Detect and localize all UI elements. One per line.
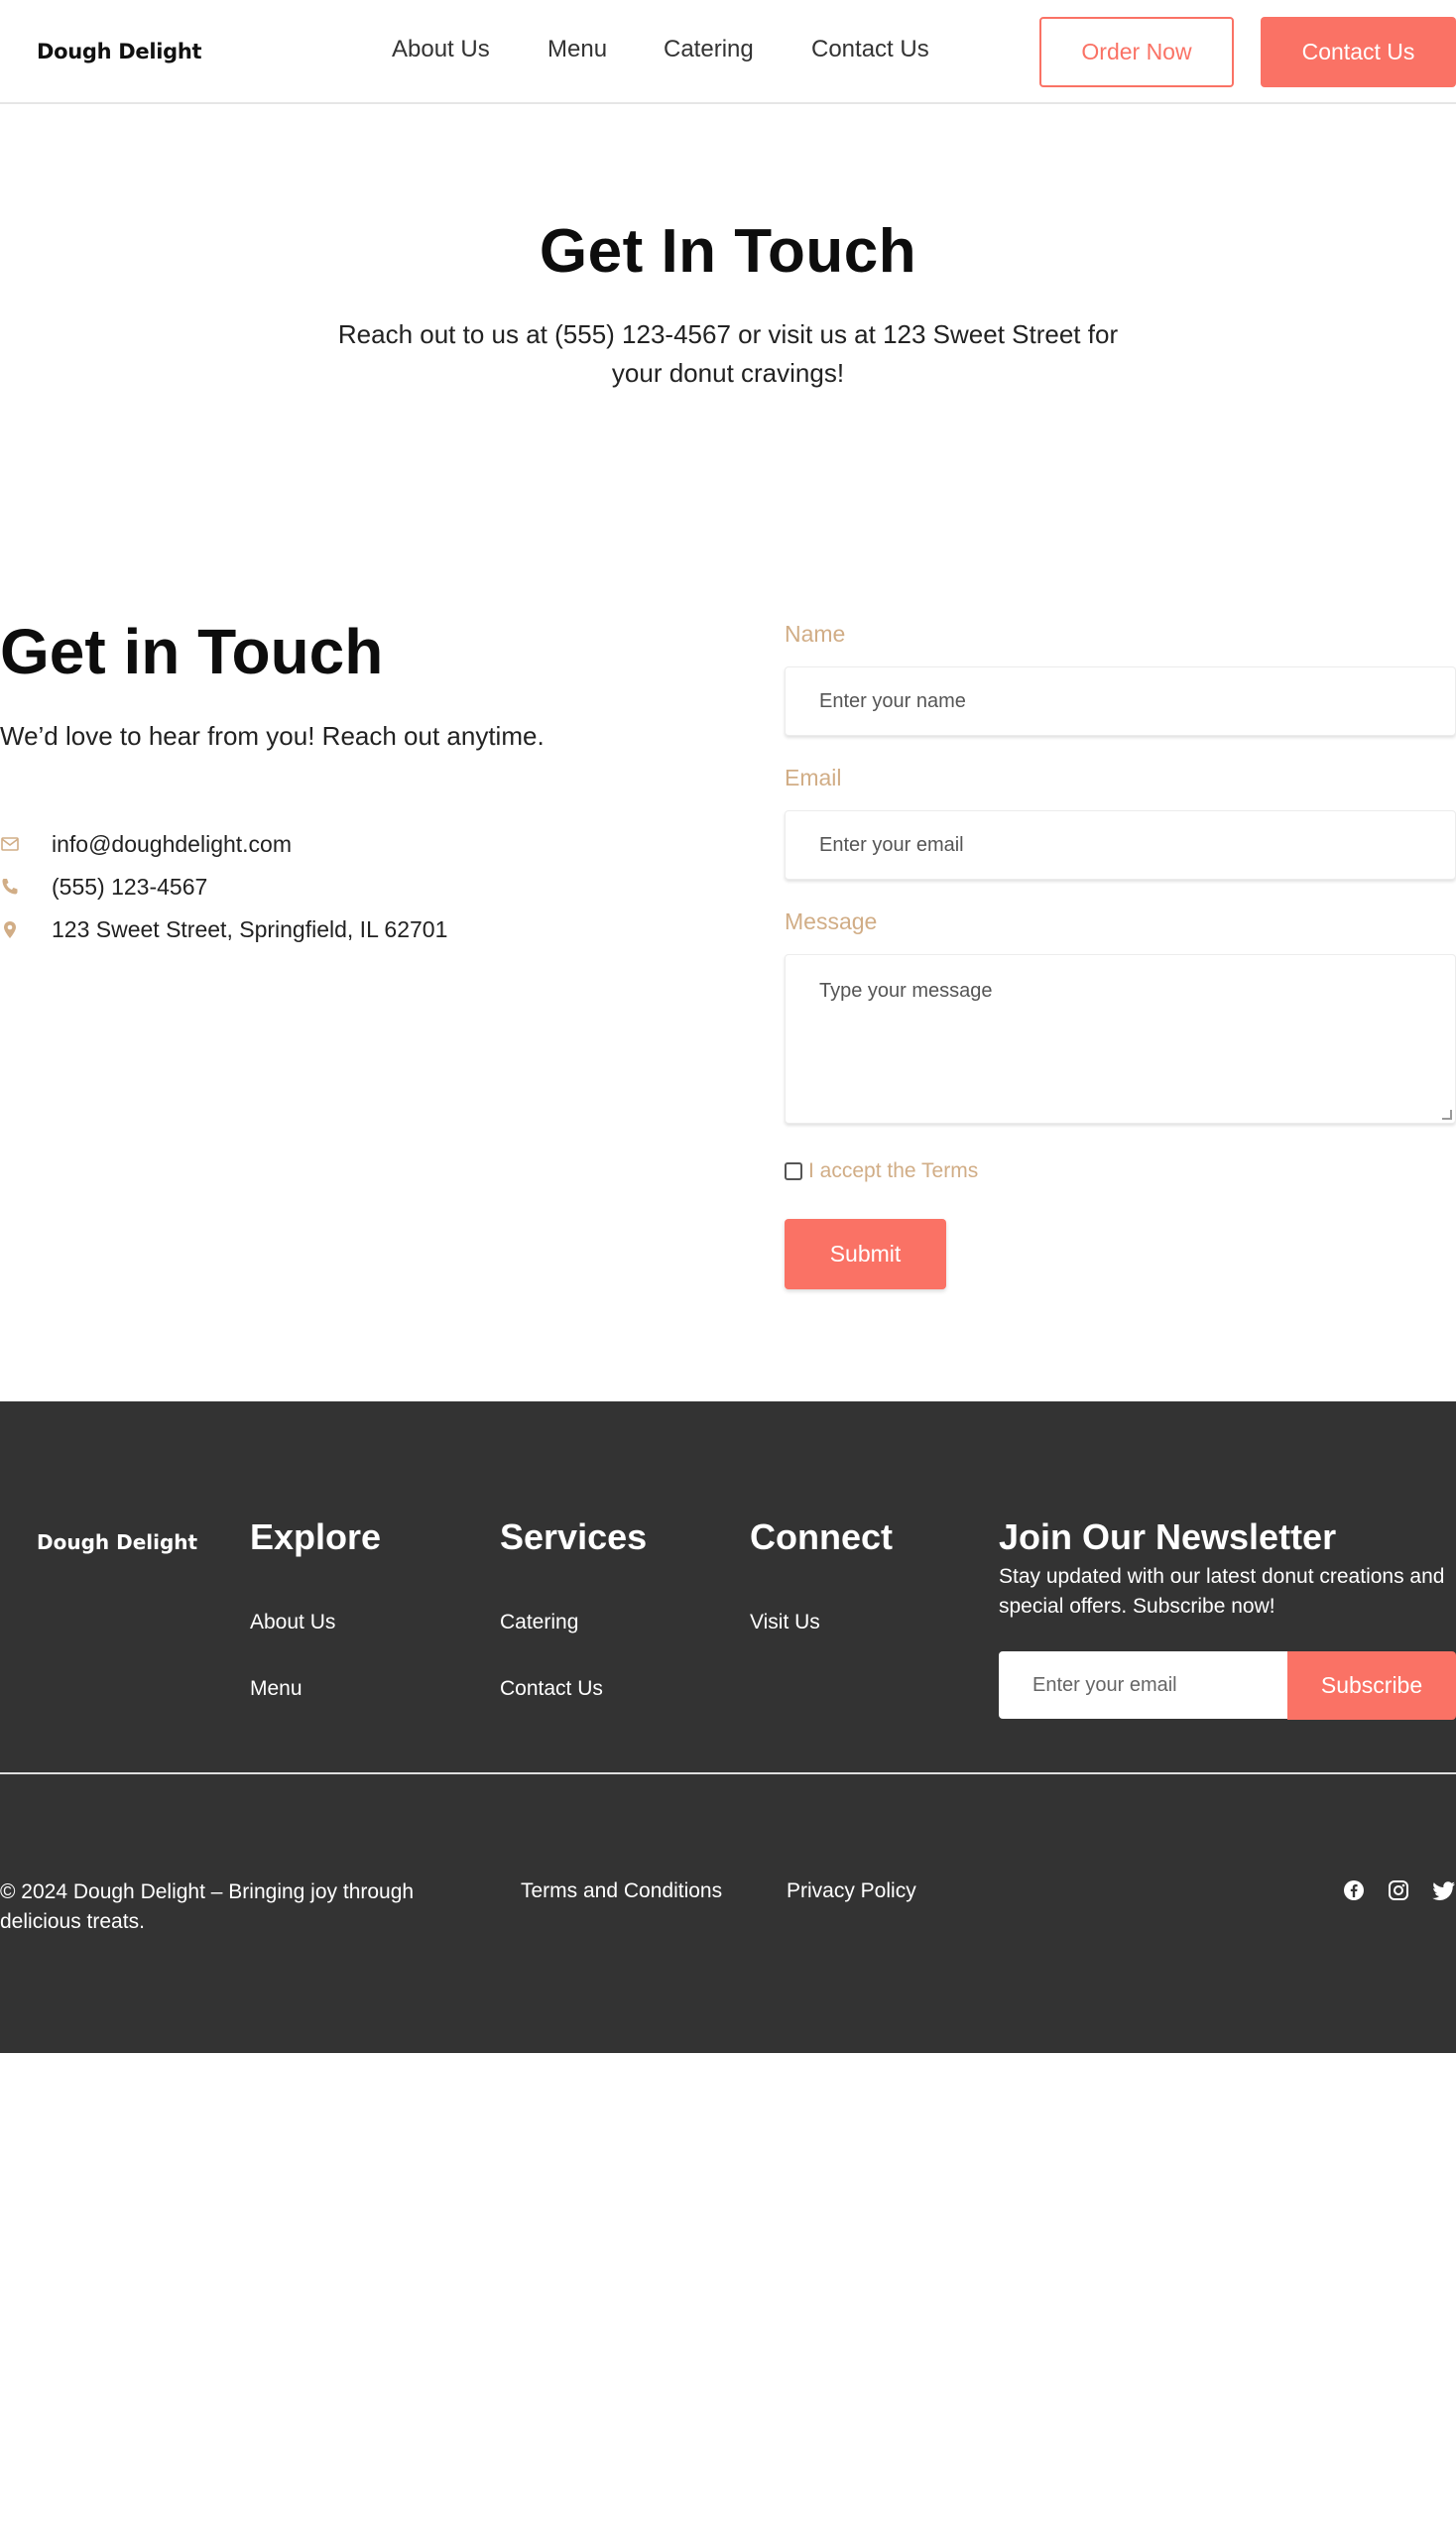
email-input[interactable]: Enter your email [785, 810, 1456, 880]
subscribe-button[interactable]: Subscribe [1287, 1651, 1456, 1720]
contact-title: Get in Touch [0, 616, 384, 687]
facebook-icon[interactable] [1343, 1879, 1367, 1903]
name-input[interactable]: Enter your name [785, 666, 1456, 736]
nav-about-us[interactable]: About Us [392, 36, 490, 63]
contact-address: 123 Sweet Street, Springfield, IL 62701 [52, 915, 448, 942]
newsletter-text: Stay updated with our latest donut creat… [999, 1565, 1445, 1618]
message-label: Message [785, 908, 878, 934]
footer-services-heading: Services [500, 1516, 648, 1557]
twitter-icon[interactable] [1432, 1879, 1456, 1903]
newsletter-heading: Join Our Newsletter [999, 1516, 1337, 1557]
site-header: Dough Delight About Us Menu Catering Con… [0, 0, 1456, 104]
submit-button[interactable]: Submit [785, 1219, 946, 1289]
main-nav: About Us Menu Catering Contact Us [0, 36, 1456, 65]
privacy-link[interactable]: Privacy Policy [787, 1879, 916, 1903]
contact-subtitle: We’d love to hear from you! Reach out an… [0, 721, 545, 751]
newsletter-email-input[interactable]: Enter your email [999, 1651, 1287, 1719]
contact-email-row: info@doughdelight.com [0, 829, 292, 859]
footer-link-contact-us[interactable]: Contact Us [500, 1677, 603, 1701]
copyright: © 2024 Dough Delight – Bringing joy thro… [0, 1880, 415, 1933]
phone-icon [0, 877, 20, 897]
resize-handle[interactable] [1442, 1110, 1452, 1120]
contact-address-row: 123 Sweet Street, Springfield, IL 62701 [0, 914, 447, 944]
footer-explore-heading: Explore [250, 1516, 382, 1557]
instagram-icon[interactable] [1388, 1879, 1411, 1903]
header-contact-button[interactable]: Contact Us [1261, 17, 1456, 87]
email-label: Email [785, 765, 842, 790]
footer-link-menu[interactable]: Menu [250, 1677, 303, 1701]
terms-link[interactable]: Terms and Conditions [521, 1879, 722, 1903]
order-now-button[interactable]: Order Now [1039, 17, 1234, 87]
message-textarea[interactable]: Type your message [785, 954, 1456, 1124]
terms-checkbox[interactable] [785, 1162, 802, 1180]
nav-contact-us[interactable]: Contact Us [811, 36, 929, 63]
hero-title: Get In Touch [539, 217, 917, 286]
footer-link-visit-us[interactable]: Visit Us [750, 1611, 820, 1634]
contact-email[interactable]: info@doughdelight.com [52, 831, 292, 858]
hero-text: Reach out to us at (555) 123-4567 or vis… [337, 319, 1119, 388]
footer-divider [0, 1772, 1456, 1774]
footer-link-about-us[interactable]: About Us [250, 1611, 335, 1634]
name-label: Name [785, 621, 846, 647]
contact-phone[interactable]: (555) 123-4567 [52, 874, 207, 901]
nav-menu[interactable]: Menu [547, 36, 607, 63]
contact-phone-row: (555) 123-4567 [0, 872, 207, 902]
footer-logo[interactable]: Dough Delight [37, 1530, 197, 1554]
nav-catering[interactable]: Catering [664, 36, 754, 63]
footer-connect-heading: Connect [750, 1516, 893, 1557]
envelope-icon [0, 834, 20, 854]
terms-row: I accept the Terms [785, 1159, 978, 1183]
message-placeholder: Type your message [819, 980, 993, 1002]
terms-label[interactable]: I accept the Terms [808, 1159, 978, 1183]
map-pin-icon [0, 919, 20, 939]
site-footer: Dough Delight Explore About Us Menu Serv… [0, 1401, 1456, 2053]
footer-link-catering[interactable]: Catering [500, 1611, 578, 1634]
